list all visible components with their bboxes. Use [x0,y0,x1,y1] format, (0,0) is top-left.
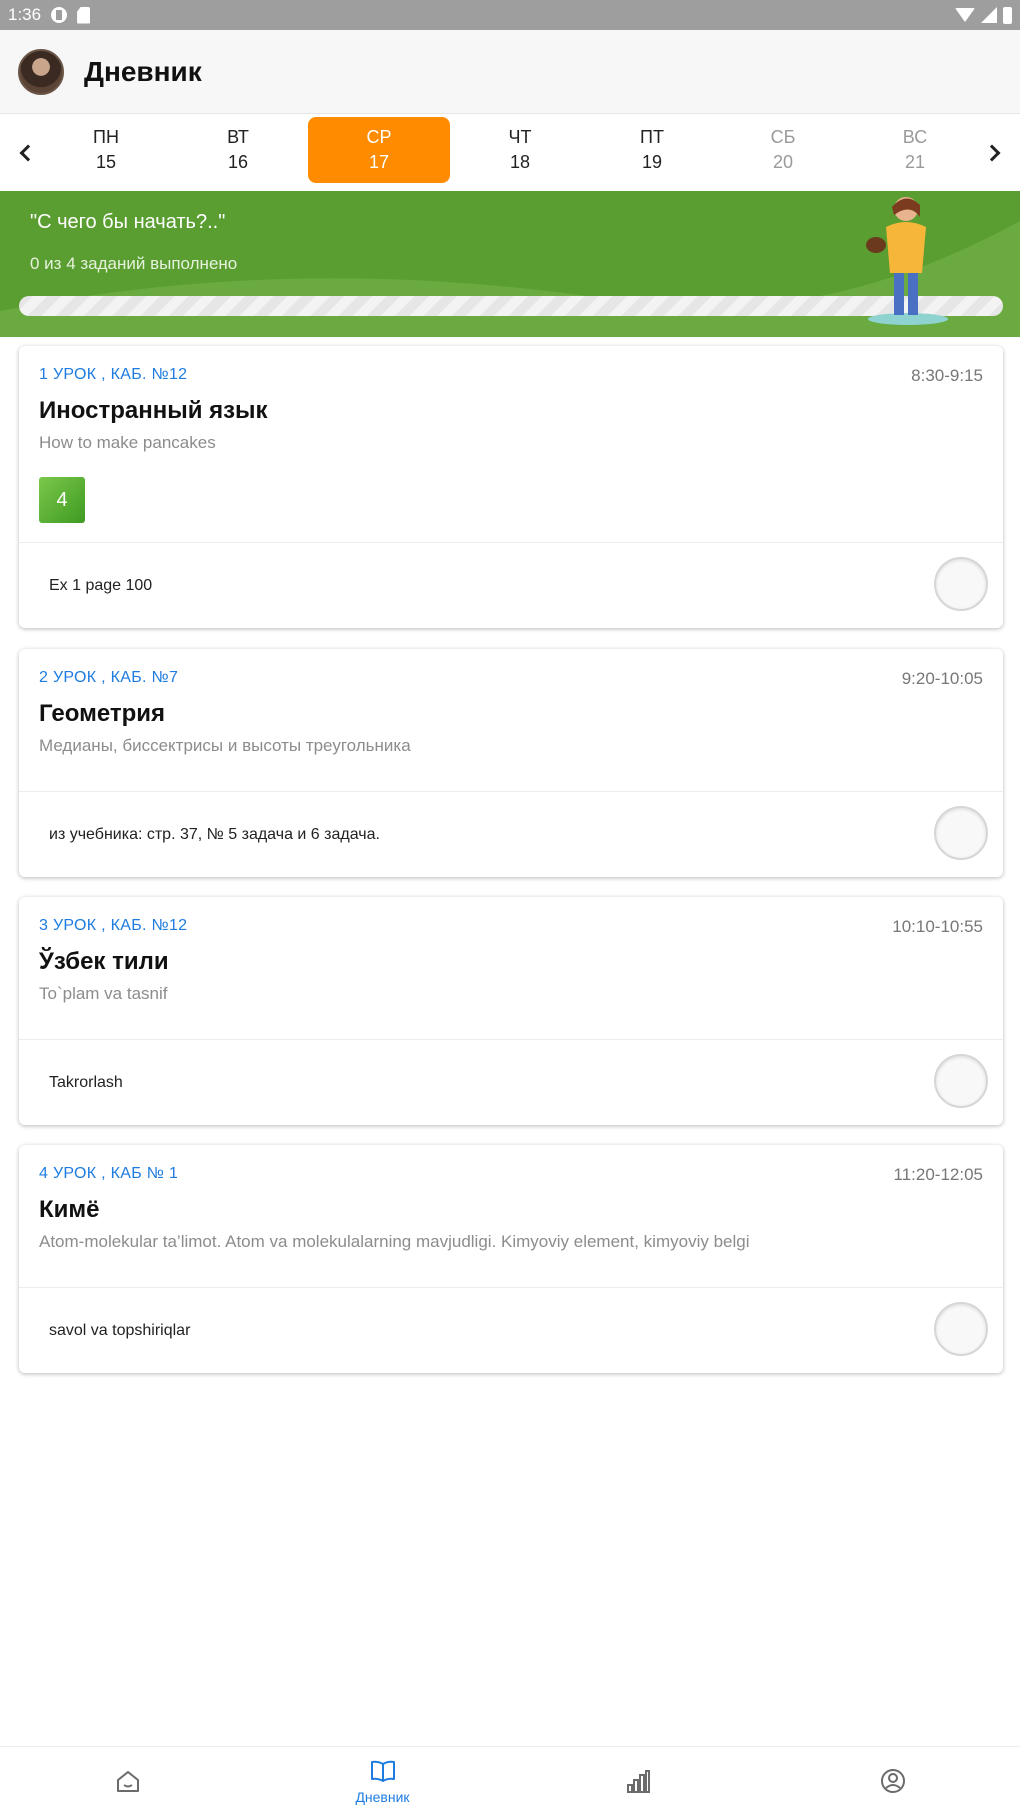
homework-text: savol va topshiriqlar [49,1321,191,1339]
page-title: Дневник [84,55,202,87]
day-name: ВС [902,127,928,147]
day-date: 19 [641,152,663,172]
day-mon[interactable]: ПН 15 [35,117,177,183]
day-date: 15 [95,152,117,172]
lesson-number: 4 УРОК , КАБ № 1 [39,1165,179,1182]
homework-row: Ex 1 page 100 [19,542,1003,628]
nav-stats[interactable] [510,1747,765,1814]
lesson-number: 2 УРОК , КАБ. №7 [39,669,179,686]
lesson-card[interactable]: 3 УРОК , КАБ. №12 10:10-10:55 Ўзбек тили… [19,897,1003,1125]
wifi-icon [955,8,975,22]
week-strip: ПН 15 ВТ 16 СР 17 ЧТ 18 ПТ 19 СБ 20 ВС 2… [0,115,1020,191]
lesson-time: 8:30-9:15 [911,366,983,385]
nav-diary-label: Дневник [355,1788,410,1805]
lesson-topic: To`plam va tasnif [39,984,168,1003]
user-profile-icon [880,1768,905,1793]
day-date: 20 [772,152,794,172]
homework-text: Ex 1 page 100 [49,576,153,594]
homework-done-checkbox[interactable] [934,1302,988,1356]
app-bar: Дневник [0,30,1020,114]
day-date: 17 [368,152,390,172]
homework-done-checkbox[interactable] [934,1054,988,1108]
book-icon [370,1760,395,1782]
lesson-topic: Медианы, биссектрисы и высоты треугольни… [39,736,411,755]
lesson-card[interactable]: 1 УРОК , КАБ. №12 8:30-9:15 Иностранный … [19,346,1003,628]
avatar[interactable] [18,48,64,95]
progress-banner: "С чего бы начать?.." 0 из 4 заданий вып… [0,191,1020,337]
day-name: ПТ [640,127,664,147]
day-sun[interactable]: ВС 21 [844,117,986,183]
homework-text: из учебника: стр. 37, № 5 задача и 6 зад… [49,825,380,843]
lesson-subject: Кимё [39,1196,100,1223]
day-date: 16 [227,152,249,172]
status-bar: 1:36 [0,0,1020,30]
day-wed-selected[interactable]: СР 17 [308,117,450,183]
student-illustration-icon [866,197,948,325]
bottom-navigation: Дневник [0,1746,1020,1814]
homework-done-checkbox[interactable] [934,806,988,860]
homework-row: savol va topshiriqlar [19,1287,1003,1373]
sd-card-icon [77,6,91,24]
day-name: СБ [770,127,796,147]
homework-done-checkbox[interactable] [934,557,988,611]
lesson-subject: Иностранный язык [39,397,268,424]
day-date: 18 [509,152,531,172]
signal-icon [981,7,997,23]
homework-row: из учебника: стр. 37, № 5 задача и 6 зад… [19,791,1003,877]
tasks-completed-text: 0 из 4 заданий выполнено [30,254,238,273]
lesson-topic: How to make pancakes [39,433,216,452]
lesson-number: 3 УРОК , КАБ. №12 [39,917,188,934]
home-icon [116,1770,139,1792]
lesson-number: 1 УРОК , КАБ. №12 [39,366,188,383]
day-name: ПН [93,127,119,147]
lesson-time: 10:10-10:55 [892,917,983,936]
nav-profile[interactable] [765,1747,1020,1814]
nav-diary[interactable]: Дневник [255,1747,510,1814]
banner-title: "С чего бы начать?.." [30,211,226,233]
lesson-subject: Ўзбек тили [39,948,169,975]
lesson-topic: Atom-molekular ta’limot. Atom va molekul… [39,1232,750,1251]
lesson-subject: Геометрия [39,700,166,727]
next-week-button[interactable] [980,135,1010,171]
day-name: ВТ [227,127,249,147]
app-notification-icon [51,7,68,23]
lesson-card[interactable]: 2 УРОК , КАБ. №7 9:20-10:05 Геометрия Ме… [19,649,1003,877]
lesson-card[interactable]: 4 УРОК , КАБ № 1 11:20-12:05 Кимё Atom-m… [19,1145,1003,1373]
day-fri[interactable]: ПТ 19 [581,117,723,183]
status-time: 1:36 [8,5,42,24]
day-date: 21 [904,152,926,172]
homework-row: Takrorlash [19,1039,1003,1125]
day-name: ЧТ [508,127,532,147]
homework-text: Takrorlash [49,1073,123,1091]
day-name: СР [366,127,392,147]
nav-home[interactable] [0,1747,255,1814]
battery-icon [1003,6,1012,24]
lesson-time: 9:20-10:05 [901,669,983,688]
lesson-time: 11:20-12:05 [893,1165,983,1184]
bar-chart-icon [626,1769,650,1793]
chevron-right-icon [983,144,1001,162]
day-thu[interactable]: ЧТ 18 [449,117,591,183]
day-sat[interactable]: СБ 20 [712,117,854,183]
day-tue[interactable]: ВТ 16 [167,117,309,183]
grade-badge: 4 [39,477,85,523]
chevron-left-icon [19,144,37,162]
